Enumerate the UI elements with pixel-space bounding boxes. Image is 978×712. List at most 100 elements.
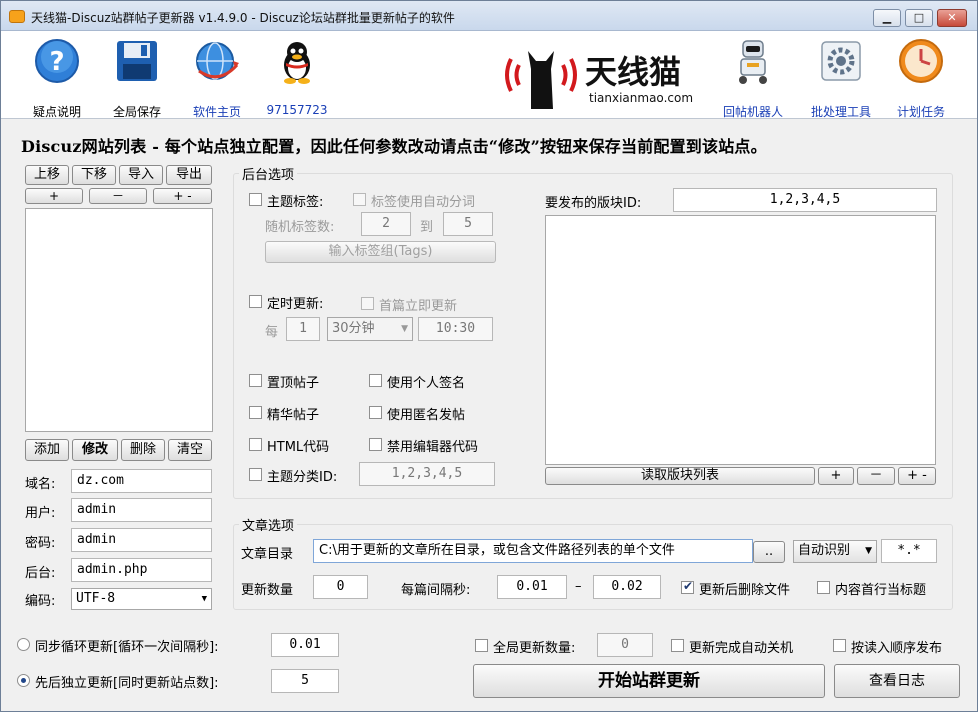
title-bar: 天线猫-Discuz站群帖子更新器 v1.4.9.0 - Discuz论坛站群批… — [1, 1, 977, 31]
topic-category-input[interactable]: 1,2,3,4,5 — [359, 462, 495, 486]
interval-dash: – — [575, 579, 582, 594]
first-immediate-checkbox[interactable] — [361, 297, 374, 310]
user-label: 用户: — [25, 506, 56, 521]
chevron-down-icon: ▼ — [401, 324, 408, 334]
disable-editor-code-label: 禁用编辑器代码 — [387, 440, 479, 455]
topic-category-checkbox[interactable] — [249, 468, 262, 481]
forum-add-button[interactable]: + — [818, 467, 854, 485]
file-extension-input[interactable]: *.* — [881, 539, 937, 563]
html-code-label: HTML代码 — [267, 440, 330, 455]
forum-toggle-button[interactable]: + - — [898, 467, 936, 485]
tag-max-input[interactable]: 5 — [443, 212, 493, 236]
batch-tool-label: 批处理工具 — [810, 105, 871, 119]
forum-id-input[interactable]: 1,2,3,4,5 — [673, 188, 937, 212]
forum-id-label: 要发布的版块ID: — [545, 196, 642, 211]
time-input[interactable]: 10:30 — [418, 317, 493, 341]
add-site-button[interactable]: 添加 — [25, 439, 69, 461]
global-count-input[interactable]: 0 — [597, 633, 653, 657]
global-count-label: 全局更新数量: — [493, 641, 576, 656]
timed-update-checkbox[interactable] — [249, 295, 262, 308]
site-remove-small-button[interactable]: － — [89, 188, 147, 204]
auto-tag-segment-checkbox[interactable] — [353, 193, 366, 206]
html-code-checkbox[interactable] — [249, 438, 262, 451]
update-count-input[interactable]: 0 — [313, 575, 368, 599]
anonymous-checkbox[interactable] — [369, 406, 382, 419]
logo-url-text: tianxianmao.com — [589, 91, 694, 105]
schedule-tool[interactable]: 计划任务 — [881, 37, 961, 120]
input-tags-button[interactable]: 输入标签组(Tags) — [265, 241, 496, 263]
reply-robot-label: 回帖机器人 — [722, 105, 783, 119]
global-count-checkbox[interactable] — [475, 639, 488, 652]
encoding-detect-value: 自动识别 — [798, 543, 851, 558]
start-update-button[interactable]: 开始站群更新 — [473, 664, 825, 698]
window-title: 天线猫-Discuz站群帖子更新器 v1.4.9.0 - Discuz论坛站群批… — [31, 11, 455, 25]
tag-min-input[interactable]: 2 — [361, 212, 411, 236]
batch-tool[interactable]: 批处理工具 — [801, 37, 881, 120]
delete-site-button[interactable]: 删除 — [121, 439, 165, 461]
save-all-tool[interactable]: 全局保存 — [97, 37, 177, 120]
close-button[interactable]: ✕ — [937, 9, 967, 27]
every-label: 每 — [265, 325, 279, 340]
anonymous-label: 使用匿名发帖 — [387, 408, 466, 423]
move-up-button[interactable]: 上移 — [25, 165, 69, 185]
password-input[interactable]: admin — [71, 528, 212, 552]
order-publish-checkbox[interactable] — [833, 639, 846, 652]
personal-signature-checkbox[interactable] — [369, 374, 382, 387]
maximize-button[interactable]: □ — [905, 9, 933, 27]
modify-site-button[interactable]: 修改 — [72, 439, 118, 461]
auto-shutdown-checkbox[interactable] — [671, 639, 684, 652]
import-button[interactable]: 导入 — [119, 165, 163, 185]
backend-path-input[interactable]: admin.php — [71, 558, 212, 582]
delete-after-checkbox[interactable] — [681, 579, 694, 594]
browse-button[interactable]: .. — [753, 541, 785, 563]
brand-logo[interactable]: 天线猫 tianxianmao.com — [501, 35, 701, 111]
help-tool[interactable]: ? 疑点说明 — [17, 37, 97, 120]
forum-list[interactable] — [545, 215, 936, 465]
user-input[interactable]: admin — [71, 498, 212, 522]
site-toggle-small-button[interactable]: + - — [153, 188, 212, 204]
encoding-value: UTF-8 — [76, 591, 116, 606]
site-list[interactable] — [25, 208, 213, 432]
article-dir-input[interactable]: C:\用于更新的文章所在目录，或包含文件路径列表的单个文件 — [313, 539, 753, 563]
interval-max-input[interactable]: 0.02 — [593, 575, 661, 599]
digest-checkbox[interactable] — [249, 406, 262, 419]
domain-label: 域名: — [25, 477, 56, 492]
disable-editor-code-checkbox[interactable] — [369, 438, 382, 451]
interval-label: 每篇间隔秒: — [401, 583, 471, 598]
independent-update-radio[interactable] — [17, 674, 30, 687]
clock-icon — [899, 39, 943, 83]
topic-tags-label: 主题标签: — [267, 195, 324, 210]
first-line-title-checkbox[interactable] — [817, 581, 830, 594]
domain-input[interactable]: dz.com — [71, 469, 212, 493]
homepage-tool[interactable]: 软件主页 — [177, 37, 257, 120]
move-down-button[interactable]: 下移 — [72, 165, 116, 185]
view-log-button[interactable]: 查看日志 — [834, 664, 960, 698]
minimize-button[interactable]: ▁ — [873, 9, 901, 27]
clear-sites-button[interactable]: 清空 — [168, 439, 212, 461]
interval-min-input[interactable]: 0.01 — [497, 575, 567, 599]
floppy-disk-icon — [117, 41, 157, 81]
independent-update-input[interactable]: 5 — [271, 669, 339, 693]
every-value-input[interactable]: 1 — [286, 317, 320, 341]
export-button[interactable]: 导出 — [166, 165, 212, 185]
encoding-select[interactable]: UTF-8 ▼ — [71, 588, 212, 610]
order-publish-label: 按读入顺序发布 — [851, 641, 943, 656]
site-add-small-button[interactable]: + — [25, 188, 83, 204]
sync-loop-radio[interactable] — [17, 638, 30, 651]
reply-robot-tool[interactable]: 回帖机器人 — [713, 37, 793, 120]
topic-tags-checkbox[interactable] — [249, 193, 262, 206]
help-label: 疑点说明 — [32, 105, 81, 119]
sticky-checkbox[interactable] — [249, 374, 262, 387]
interval-unit-select[interactable]: 30分钟 ▼ — [327, 317, 413, 341]
qq-penguin-icon — [284, 42, 310, 84]
tag-to-label: 到 — [420, 220, 434, 235]
encoding-detect-select[interactable]: 自动识别 ▼ — [793, 540, 877, 563]
qq-tool[interactable]: 97157723 — [257, 37, 337, 117]
sync-loop-input[interactable]: 0.01 — [271, 633, 339, 657]
sync-loop-label: 同步循环更新[循环一次间隔秒]: — [35, 640, 219, 655]
robot-icon — [739, 40, 767, 84]
timed-update-label: 定时更新: — [267, 297, 324, 312]
encoding-label: 编码: — [25, 594, 56, 609]
forum-remove-button[interactable]: － — [857, 467, 895, 485]
read-forum-list-button[interactable]: 读取版块列表 — [545, 467, 815, 485]
